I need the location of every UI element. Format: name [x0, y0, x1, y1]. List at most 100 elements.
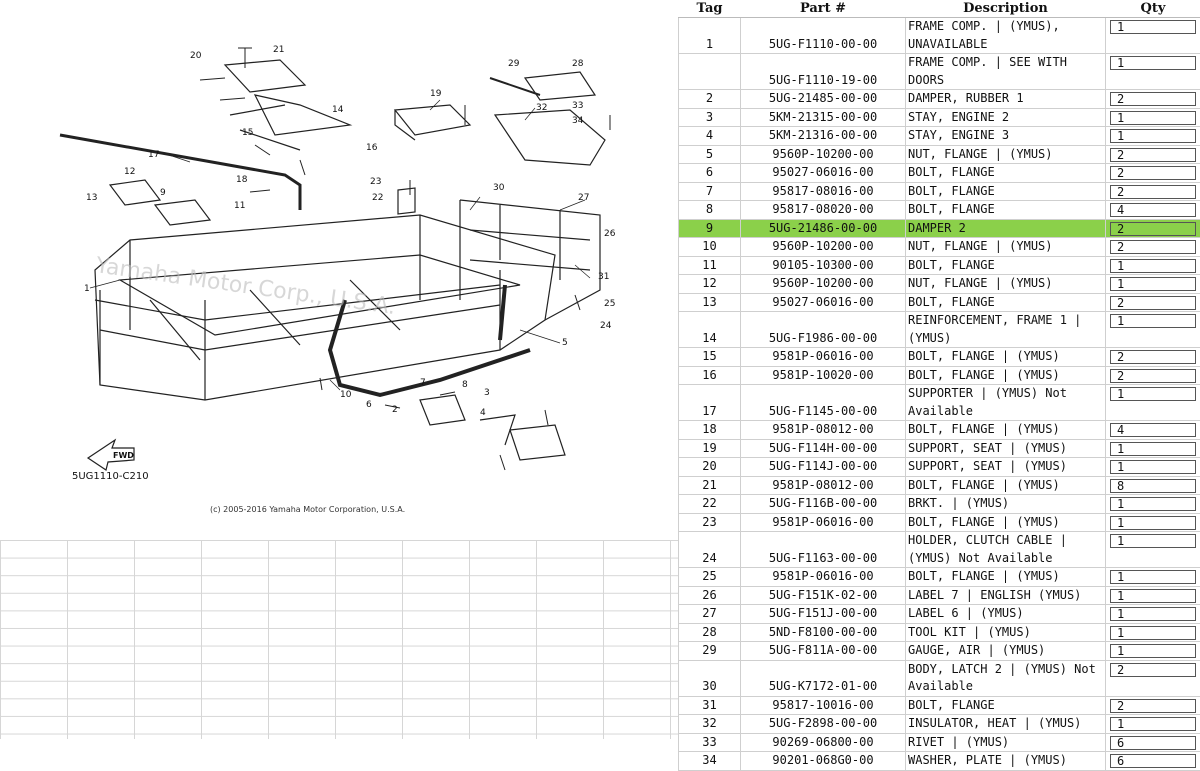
table-row[interactable]: 3490201-068G0-00WASHER, PLATE | (YMUS)6 [679, 752, 1200, 771]
table-row[interactable]: 259581P-06016-00BOLT, FLANGE | (YMUS)1 [679, 568, 1200, 587]
qty-input[interactable]: 1 [1110, 460, 1196, 474]
row-part-number: 90201-068G0-00 [741, 752, 906, 771]
qty-input[interactable]: 1 [1110, 314, 1196, 328]
qty-input[interactable]: 2 [1110, 185, 1196, 199]
qty-input[interactable]: 1 [1110, 129, 1196, 143]
qty-input[interactable]: 4 [1110, 423, 1196, 437]
qty-input[interactable]: 4 [1110, 203, 1196, 217]
qty-input[interactable]: 2 [1110, 148, 1196, 162]
table-row[interactable]: 245UG-F1163-00-00HOLDER, CLUTCH CABLE | … [679, 532, 1200, 568]
table-row[interactable]: 1190105-10300-00BOLT, FLANGE1 [679, 256, 1200, 275]
qty-input[interactable]: 1 [1110, 589, 1196, 603]
row-description: SUPPORTER | (YMUS) Not Available [906, 385, 1106, 421]
svg-text:FWD: FWD [113, 451, 134, 460]
qty-input[interactable]: 2 [1110, 350, 1196, 364]
table-row[interactable]: 45KM-21316-00-00STAY, ENGINE 31 [679, 127, 1200, 146]
qty-input[interactable]: 1 [1110, 56, 1196, 70]
table-row[interactable]: 15UG-F1110-00-00FRAME COMP. | (YMUS), UN… [679, 18, 1200, 54]
qty-input[interactable]: 6 [1110, 754, 1196, 768]
qty-input[interactable]: 2 [1110, 222, 1196, 236]
table-row[interactable]: 1395027-06016-00BOLT, FLANGE2 [679, 293, 1200, 312]
table-row[interactable]: 695027-06016-00BOLT, FLANGE2 [679, 164, 1200, 183]
svg-text:19: 19 [430, 89, 442, 99]
table-row[interactable]: 5UG-F1110-19-00FRAME COMP. | SEE WITH DO… [679, 54, 1200, 90]
qty-input[interactable]: 1 [1110, 259, 1196, 273]
qty-input[interactable]: 1 [1110, 516, 1196, 530]
table-header-row: Tag Part # Description Qty [679, 0, 1200, 18]
table-row[interactable]: 175UG-F1145-00-00SUPPORTER | (YMUS) Not … [679, 385, 1200, 421]
table-row[interactable]: 159581P-06016-00BOLT, FLANGE | (YMUS)2 [679, 348, 1200, 367]
table-row[interactable]: 129560P-10200-00NUT, FLANGE | (YMUS)1 [679, 275, 1200, 294]
table-row[interactable]: 265UG-F151K-02-00LABEL 7 | ENGLISH (YMUS… [679, 586, 1200, 605]
row-tag: 32 [679, 715, 741, 734]
qty-input[interactable]: 8 [1110, 479, 1196, 493]
table-row[interactable]: 145UG-F1986-00-00REINFORCEMENT, FRAME 1 … [679, 312, 1200, 348]
table-row[interactable]: 239581P-06016-00BOLT, FLANGE | (YMUS)1 [679, 513, 1200, 532]
table-row[interactable]: 205UG-F114J-00-00SUPPORT, SEAT | (YMUS)1 [679, 458, 1200, 477]
qty-input[interactable]: 1 [1110, 497, 1196, 511]
row-tag: 18 [679, 421, 741, 440]
row-tag: 9 [679, 219, 741, 238]
qty-input[interactable]: 6 [1110, 736, 1196, 750]
qty-input[interactable]: 1 [1110, 717, 1196, 731]
table-row[interactable]: 305UG-K7172-01-00BODY, LATCH 2 | (YMUS) … [679, 660, 1200, 696]
table-row[interactable]: 795817-08016-00BOLT, FLANGE2 [679, 182, 1200, 201]
row-tag: 4 [679, 127, 741, 146]
qty-input[interactable]: 2 [1110, 296, 1196, 310]
table-row[interactable]: 25UG-21485-00-00DAMPER, RUBBER 12 [679, 90, 1200, 109]
table-row[interactable]: 189581P-08012-00BOLT, FLANGE | (YMUS)4 [679, 421, 1200, 440]
table-row[interactable]: 225UG-F116B-00-00BRKT. | (YMUS)1 [679, 495, 1200, 514]
callout-labels: 1 2 3 4 5 6 7 8 9 10 11 12 13 14 15 16 1… [84, 45, 616, 418]
row-description: NUT, FLANGE | (YMUS) [906, 238, 1106, 257]
table-row[interactable]: 35KM-21315-00-00STAY, ENGINE 21 [679, 108, 1200, 127]
qty-input[interactable]: 2 [1110, 92, 1196, 106]
row-part-number: 5UG-F1986-00-00 [741, 312, 906, 348]
table-row[interactable]: 895817-08020-00BOLT, FLANGE4 [679, 201, 1200, 220]
table-row[interactable]: 59560P-10200-00NUT, FLANGE | (YMUS)2 [679, 145, 1200, 164]
header-tag: Tag [679, 0, 741, 18]
table-row[interactable]: 195UG-F114H-00-00SUPPORT, SEAT | (YMUS)1 [679, 439, 1200, 458]
qty-input[interactable]: 2 [1110, 699, 1196, 713]
row-qty: 1 [1106, 127, 1200, 146]
qty-input[interactable]: 1 [1110, 644, 1196, 658]
row-qty: 1 [1106, 275, 1200, 294]
table-row[interactable]: 95UG-21486-00-00DAMPER 22 [679, 219, 1200, 238]
qty-input[interactable]: 1 [1110, 442, 1196, 456]
row-tag: 27 [679, 605, 741, 624]
table-row[interactable]: 275UG-F151J-00-00LABEL 6 | (YMUS)1 [679, 605, 1200, 624]
row-tag: 3 [679, 108, 741, 127]
row-tag: 11 [679, 256, 741, 275]
row-tag [679, 54, 741, 90]
qty-input[interactable]: 1 [1110, 387, 1196, 401]
table-row[interactable]: 285ND-F8100-00-00TOOL KIT | (YMUS)1 [679, 623, 1200, 642]
row-part-number: 5UG-F811A-00-00 [741, 642, 906, 661]
row-qty: 2 [1106, 219, 1200, 238]
row-description: BOLT, FLANGE | (YMUS) [906, 568, 1106, 587]
table-row[interactable]: 3390269-06800-00RIVET | (YMUS)6 [679, 733, 1200, 752]
qty-input[interactable]: 2 [1110, 240, 1196, 254]
qty-input[interactable]: 1 [1110, 20, 1196, 34]
svg-text:4: 4 [480, 408, 486, 418]
qty-input[interactable]: 1 [1110, 570, 1196, 584]
qty-input[interactable]: 2 [1110, 663, 1196, 677]
table-row[interactable]: 169581P-10020-00BOLT, FLANGE | (YMUS)2 [679, 366, 1200, 385]
row-qty: 1 [1106, 439, 1200, 458]
row-description: HOLDER, CLUTCH CABLE | (YMUS) Not Availa… [906, 532, 1106, 568]
qty-input[interactable]: 2 [1110, 166, 1196, 180]
table-row[interactable]: 109560P-10200-00NUT, FLANGE | (YMUS)2 [679, 238, 1200, 257]
row-part-number: 5UG-F114J-00-00 [741, 458, 906, 477]
row-description: REINFORCEMENT, FRAME 1 | (YMUS) [906, 312, 1106, 348]
table-row[interactable]: 3195817-10016-00BOLT, FLANGE2 [679, 696, 1200, 715]
qty-input[interactable]: 1 [1110, 111, 1196, 125]
table-row[interactable]: 325UG-F2898-00-00INSULATOR, HEAT | (YMUS… [679, 715, 1200, 734]
qty-input[interactable]: 1 [1110, 534, 1196, 548]
qty-input[interactable]: 2 [1110, 369, 1196, 383]
row-part-number: 5UG-F1110-19-00 [741, 54, 906, 90]
table-row[interactable]: 295UG-F811A-00-00GAUGE, AIR | (YMUS)1 [679, 642, 1200, 661]
row-qty: 6 [1106, 752, 1200, 771]
qty-input[interactable]: 1 [1110, 277, 1196, 291]
row-part-number: 9581P-06016-00 [741, 568, 906, 587]
qty-input[interactable]: 1 [1110, 626, 1196, 640]
qty-input[interactable]: 1 [1110, 607, 1196, 621]
table-row[interactable]: 219581P-08012-00BOLT, FLANGE | (YMUS)8 [679, 476, 1200, 495]
